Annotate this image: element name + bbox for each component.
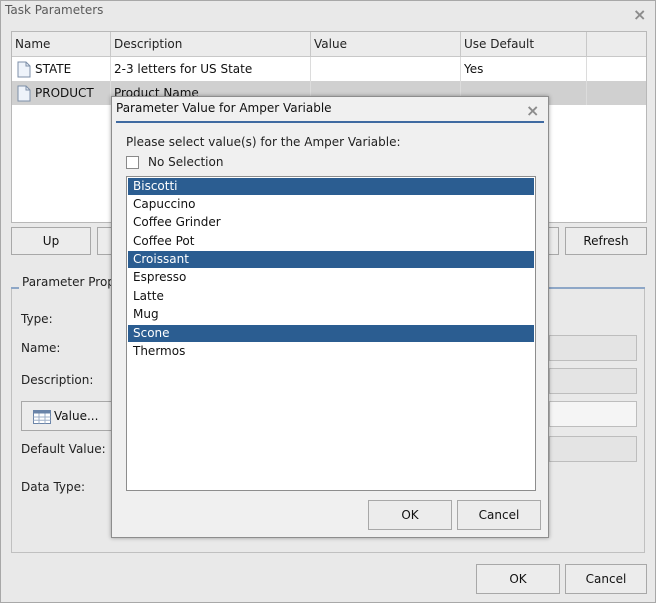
no-selection-label: No Selection — [148, 155, 224, 169]
name-label: Name: — [21, 341, 61, 355]
dialog-cancel-button[interactable]: Cancel — [457, 500, 541, 530]
window-title: Task Parameters — [5, 3, 104, 17]
dialog-title: Parameter Value for Amper Variable — [116, 101, 332, 115]
list-item-biscotti[interactable]: Biscotti — [128, 178, 534, 195]
list-item-scone[interactable]: Scone — [128, 325, 534, 342]
description-label: Description: — [21, 373, 94, 387]
task-parameters-window: Task Parameters × Name Description Value… — [0, 0, 656, 603]
column-header-description[interactable]: Description — [111, 32, 311, 56]
ok-button[interactable]: OK — [476, 564, 560, 594]
list-item-capuccino[interactable]: Capuccino — [128, 196, 534, 213]
type-label: Type: — [21, 312, 53, 326]
list-item-croissant[interactable]: Croissant — [128, 251, 534, 268]
row-name-cell: STATE — [12, 57, 111, 81]
close-icon[interactable]: × — [633, 7, 646, 23]
value-field[interactable] — [549, 401, 637, 427]
cancel-button[interactable]: Cancel — [565, 564, 647, 594]
document-icon — [17, 61, 31, 78]
refresh-button[interactable]: Refresh — [565, 227, 647, 255]
value-button[interactable]: Value... — [21, 401, 113, 431]
default-value-label: Default Value: — [21, 442, 106, 456]
list-item-coffee-grinder[interactable]: Coffee Grinder — [128, 214, 534, 231]
column-header-use-default[interactable]: Use Default — [461, 32, 587, 56]
grid-header: Name Description Value Use Default — [12, 32, 646, 57]
amper-variable-dialog: Parameter Value for Amper Variable × Ple… — [111, 96, 549, 538]
no-selection-checkbox[interactable] — [126, 156, 139, 169]
document-icon — [17, 85, 31, 102]
row-description: 2-3 letters for US State — [111, 57, 311, 81]
default-value-field[interactable] — [549, 436, 637, 462]
table-icon — [33, 409, 51, 424]
data-type-label: Data Type: — [21, 480, 86, 494]
description-field[interactable] — [549, 368, 637, 394]
parameter-properties-title: Parameter Prop — [19, 275, 118, 289]
dialog-ok-button[interactable]: OK — [368, 500, 452, 530]
close-icon[interactable]: × — [526, 103, 539, 119]
list-item-thermos[interactable]: Thermos — [128, 343, 534, 360]
row-name: STATE — [35, 62, 72, 76]
row-name-cell: PRODUCT — [12, 81, 111, 105]
list-item-espresso[interactable]: Espresso — [128, 269, 534, 286]
up-button[interactable]: Up — [11, 227, 91, 255]
row-name: PRODUCT — [35, 86, 94, 100]
value-listbox[interactable]: Biscotti Capuccino Coffee Grinder Coffee… — [126, 176, 536, 491]
row-value[interactable] — [311, 57, 461, 81]
column-header-name[interactable]: Name — [12, 32, 111, 56]
row-use-default: Yes — [461, 57, 587, 81]
dialog-title-divider — [116, 121, 544, 123]
dialog-prompt: Please select value(s) for the Amper Var… — [126, 135, 401, 149]
list-item-mug[interactable]: Mug — [128, 306, 534, 323]
column-header-value[interactable]: Value — [311, 32, 461, 56]
table-row[interactable]: STATE 2-3 letters for US State Yes — [12, 57, 646, 81]
column-header-extra — [587, 32, 646, 56]
value-button-label: Value... — [54, 409, 99, 423]
list-item-coffee-pot[interactable]: Coffee Pot — [128, 233, 534, 250]
name-field[interactable] — [549, 335, 637, 361]
list-item-latte[interactable]: Latte — [128, 288, 534, 305]
